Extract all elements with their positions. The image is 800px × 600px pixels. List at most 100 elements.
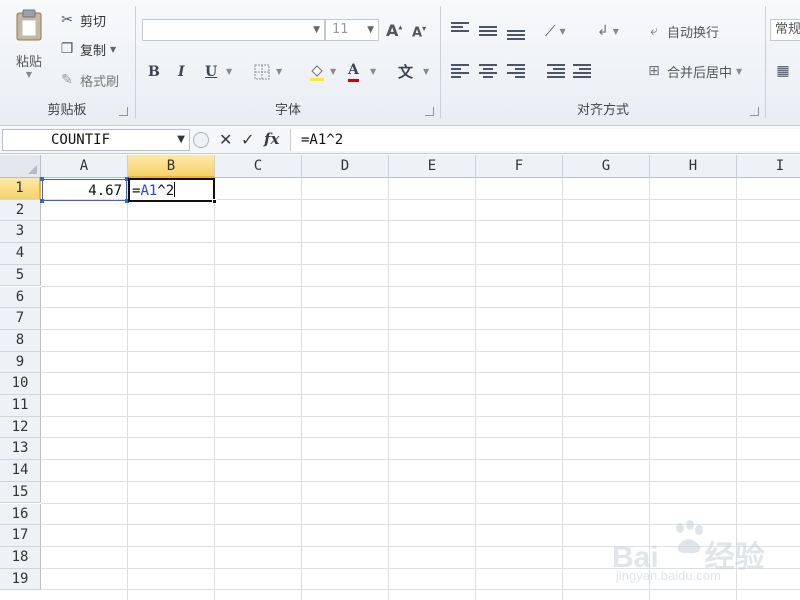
- enter-icon[interactable]: ✓: [241, 130, 254, 149]
- row-header-14[interactable]: 14: [0, 460, 41, 482]
- number-format-combo[interactable]: 常规: [770, 19, 800, 41]
- range-handle[interactable]: [40, 199, 44, 203]
- column-header-c[interactable]: C: [215, 155, 302, 178]
- cell-a1[interactable]: 4.67: [40, 177, 129, 203]
- merge-center-label: 合并后居中: [667, 65, 733, 81]
- chevron-down-icon[interactable]: ▼: [423, 62, 429, 82]
- font-size-value: 11: [332, 22, 349, 37]
- align-center-icon[interactable]: [479, 64, 497, 78]
- row-gridline: [41, 372, 800, 374]
- decrease-indent-icon[interactable]: [547, 64, 565, 78]
- currency-format-button[interactable]: ▦: [774, 60, 792, 82]
- row-header-5[interactable]: 5: [0, 264, 41, 287]
- name-box[interactable]: COUNTIF ▼: [2, 129, 190, 151]
- row-header-19[interactable]: 19: [0, 568, 41, 591]
- borders-button[interactable]: [254, 62, 270, 82]
- align-top-icon[interactable]: [451, 22, 469, 36]
- cancel-icon[interactable]: ✕: [219, 130, 232, 149]
- bold-button[interactable]: B: [148, 62, 160, 82]
- underline-button[interactable]: U: [205, 62, 217, 82]
- row-gridline: [41, 480, 800, 482]
- font-color-button[interactable]: A: [348, 62, 359, 82]
- copy-button[interactable]: ❐ 复制 ▼: [58, 38, 116, 60]
- phonetic-button[interactable]: 文: [398, 62, 413, 82]
- number-group: 常规 ▦: [766, 0, 800, 124]
- align-left-icon[interactable]: [451, 64, 469, 78]
- column-header-e[interactable]: E: [389, 155, 476, 178]
- insert-function-icon[interactable]: fx: [264, 130, 279, 148]
- row-header-10[interactable]: 10: [0, 373, 41, 395]
- chevron-down-icon[interactable]: ▼: [276, 62, 282, 82]
- number-format-value: 常规: [775, 22, 800, 37]
- fill-handle[interactable]: [212, 199, 217, 204]
- row-header-16[interactable]: 16: [0, 503, 41, 526]
- row-gridline: [41, 350, 800, 352]
- cell-b1-reference: A1: [140, 183, 158, 199]
- select-all-button[interactable]: [0, 155, 41, 178]
- column-header-f[interactable]: F: [476, 155, 563, 178]
- paste-button[interactable]: 粘贴 ▼: [8, 6, 50, 86]
- formula-bar: COUNTIF ▼ ✕ ✓ fx =A1^2: [0, 127, 800, 154]
- font-size-combo[interactable]: 11 ▼: [325, 19, 379, 41]
- row-header-7[interactable]: 7: [0, 308, 41, 330]
- row-gridline: [41, 328, 800, 330]
- format-painter-button[interactable]: ✎ 格式刷: [58, 69, 119, 91]
- chevron-down-icon[interactable]: ▼: [177, 130, 185, 150]
- increase-indent-icon[interactable]: [573, 64, 591, 78]
- chevron-down-icon[interactable]: ▼: [330, 62, 336, 82]
- column-header-h[interactable]: H: [650, 155, 737, 178]
- align-right-icon[interactable]: [507, 64, 525, 78]
- align-middle-icon[interactable]: [479, 26, 497, 40]
- scissors-icon: ✂: [61, 12, 73, 28]
- clipboard-launcher-icon[interactable]: [119, 107, 128, 116]
- row-gridline: [41, 437, 800, 439]
- paste-label: 粘贴: [15, 55, 42, 70]
- wrap-text-label: 自动换行: [667, 25, 720, 41]
- formula-bar-grip-icon[interactable]: [193, 132, 209, 148]
- currency-icon: ▦: [776, 63, 790, 79]
- text-direction-button[interactable]: ↲ ▼: [597, 20, 619, 42]
- copy-label: 复制: [80, 43, 107, 59]
- chevron-down-icon[interactable]: ▼: [370, 62, 376, 82]
- column-header-b[interactable]: B: [128, 155, 215, 178]
- font-launcher-icon[interactable]: [425, 107, 434, 116]
- row-header-13[interactable]: 13: [0, 438, 41, 461]
- cell-a1-value: 4.67: [88, 183, 122, 199]
- row-header-2[interactable]: 2: [0, 199, 41, 222]
- italic-button[interactable]: I: [178, 62, 185, 82]
- row-header-8[interactable]: 8: [0, 329, 41, 352]
- row-header-4[interactable]: 4: [0, 243, 41, 265]
- alignment-launcher-icon[interactable]: [750, 107, 759, 116]
- copy-icon: ❐: [60, 41, 74, 57]
- row-header-3[interactable]: 3: [0, 221, 41, 244]
- row-header-11[interactable]: 11: [0, 395, 41, 417]
- row-header-17[interactable]: 17: [0, 525, 41, 547]
- chevron-down-icon: ▼: [559, 26, 566, 36]
- fill-color-button[interactable]: [308, 62, 326, 82]
- row-header-15[interactable]: 15: [0, 481, 41, 504]
- row-header-6[interactable]: 6: [0, 286, 41, 309]
- grow-font-button[interactable]: A▴: [386, 19, 402, 41]
- format-painter-label: 格式刷: [80, 74, 120, 90]
- column-header-g[interactable]: G: [563, 155, 650, 178]
- wrap-text-button[interactable]: ⤶ 自动换行: [645, 20, 719, 42]
- align-bottom-icon[interactable]: [507, 30, 525, 44]
- column-header-i[interactable]: I: [737, 155, 800, 178]
- formula-input[interactable]: =A1^2: [290, 129, 800, 151]
- column-header-a[interactable]: A: [41, 155, 128, 178]
- cut-button[interactable]: ✂ 剪切: [58, 9, 106, 31]
- clipboard-group: 粘贴 ▼ ✂ 剪切 ❐ 复制 ▼ ✎ 格式刷 剪贴板: [0, 0, 134, 124]
- row-header-18[interactable]: 18: [0, 546, 41, 569]
- column-header-d[interactable]: D: [302, 155, 389, 178]
- row-gridline: [41, 307, 800, 309]
- shrink-font-button[interactable]: A▾: [412, 21, 426, 43]
- merge-center-button[interactable]: ⊞ 合并后居中 ▼: [645, 60, 742, 82]
- row-header-9[interactable]: 9: [0, 351, 41, 374]
- range-handle[interactable]: [40, 177, 44, 181]
- chevron-down-icon[interactable]: ▼: [226, 62, 232, 82]
- font-name-combo[interactable]: ▼: [142, 19, 325, 41]
- row-header-1[interactable]: 1: [0, 178, 41, 200]
- row-header-12[interactable]: 12: [0, 416, 41, 439]
- cell-b1-editing[interactable]: =A1^2: [128, 178, 217, 204]
- orientation-button[interactable]: ⟋ ▼: [545, 20, 566, 42]
